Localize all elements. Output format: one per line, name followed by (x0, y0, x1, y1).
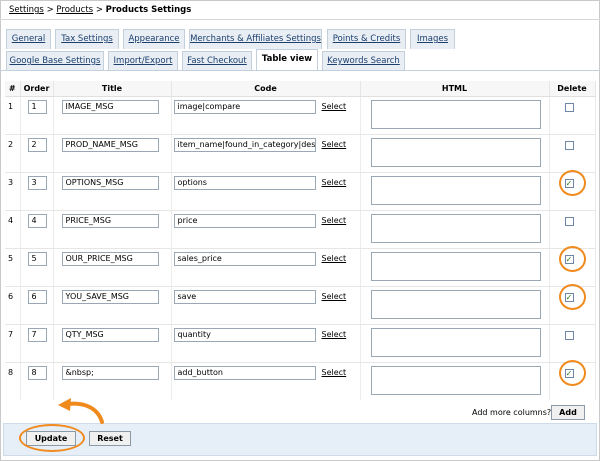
order-input[interactable]: 2 (27, 137, 47, 152)
tab-general[interactable]: General (6, 29, 51, 49)
html-textarea[interactable] (370, 137, 541, 167)
order-input[interactable]: 4 (27, 213, 47, 228)
select-link[interactable]: Select (322, 216, 347, 225)
highlight-ring (559, 360, 586, 386)
row-number: 8 (8, 367, 14, 377)
code-input[interactable]: quantity (173, 327, 316, 342)
table-row: 8 8 &nbsp; add_button Select ✓ (5, 362, 596, 400)
select-link[interactable]: Select (322, 178, 347, 187)
tab-images[interactable]: Images (410, 29, 455, 49)
order-input[interactable]: 6 (27, 289, 47, 304)
breadcrumb-divider (0, 19, 600, 20)
code-input[interactable]: price (173, 213, 316, 228)
header-code: Code (171, 81, 361, 97)
add-columns-label: Add more columns? (472, 408, 552, 417)
tab-fast-checkout[interactable]: Fast Checkout (182, 51, 252, 71)
title-input[interactable]: &nbsp; (61, 365, 159, 380)
breadcrumb-separator: > (46, 5, 54, 15)
highlight-ring (559, 284, 586, 310)
header-num: # (5, 81, 21, 97)
table-row: 1 1 IMAGE_MSG image|compare Select (5, 96, 596, 135)
delete-checkbox[interactable] (564, 140, 574, 150)
title-input[interactable]: OPTIONS_MSG (61, 175, 159, 190)
table-row: 2 2 PROD_NAME_MSG item_name|found_in_cat… (5, 134, 596, 173)
table-row: 3 3 OPTIONS_MSG options Select ✓ (5, 172, 596, 211)
table-header-row: # Order Title Code HTML Delete (5, 81, 596, 97)
html-textarea[interactable] (370, 175, 541, 205)
html-textarea[interactable] (370, 365, 541, 395)
breadcrumb-settings-link[interactable]: Settings (9, 5, 44, 15)
title-input[interactable]: QTY_MSG (61, 327, 159, 342)
add-button[interactable]: Add (551, 405, 585, 420)
reset-button[interactable]: Reset (89, 431, 131, 446)
select-link[interactable]: Select (322, 368, 347, 377)
order-input[interactable]: 7 (27, 327, 47, 342)
tab-appearance[interactable]: Appearance (123, 29, 185, 49)
delete-checkbox[interactable] (564, 102, 574, 112)
row-number: 6 (8, 291, 14, 301)
row-number: 5 (8, 253, 14, 263)
breadcrumb-separator: > (95, 5, 103, 15)
code-input[interactable]: sales_price (173, 251, 316, 266)
html-textarea[interactable] (370, 327, 541, 357)
breadcrumb: Settings > Products > Products Settings (9, 5, 191, 15)
table-row: 5 5 OUR_PRICE_MSG sales_price Select ✓ (5, 248, 596, 287)
select-link[interactable]: Select (322, 254, 347, 263)
row-number: 1 (8, 101, 14, 111)
row-number: 4 (8, 215, 14, 225)
html-textarea[interactable] (370, 99, 541, 129)
title-input[interactable]: PRICE_MSG (61, 213, 159, 228)
breadcrumb-current: Products Settings (105, 5, 192, 15)
title-input[interactable]: IMAGE_MSG (61, 99, 159, 114)
select-link[interactable]: Select (322, 292, 347, 301)
tabs-divider (0, 70, 600, 71)
order-input[interactable]: 5 (27, 251, 47, 266)
highlight-ring (559, 170, 586, 196)
tab-tax-settings[interactable]: Tax Settings (55, 29, 119, 49)
orange-arrow-icon (58, 398, 104, 424)
table-row: 4 4 PRICE_MSG price Select (5, 210, 596, 249)
code-input[interactable]: item_name|found_in_category|descripti (173, 137, 316, 152)
tab-merchants-affiliates[interactable]: Merchants & Affiliates Settings (189, 29, 322, 49)
select-link[interactable]: Select (322, 330, 347, 339)
tab-points-credits[interactable]: Points & Credits (327, 29, 406, 49)
title-input[interactable]: YOU_SAVE_MSG (61, 289, 159, 304)
html-textarea[interactable] (370, 251, 541, 281)
table-row: 6 6 YOU_SAVE_MSG save Select ✓ (5, 286, 596, 325)
header-title: Title (53, 81, 172, 97)
html-textarea[interactable] (370, 289, 541, 319)
header-order: Order (20, 81, 54, 97)
code-input[interactable]: add_button (173, 365, 316, 380)
tab-google-base[interactable]: Google Base Settings (6, 51, 104, 71)
breadcrumb-products-link[interactable]: Products (56, 5, 93, 15)
header-delete: Delete (549, 81, 596, 97)
order-input[interactable]: 1 (27, 99, 47, 114)
header-html: HTML (360, 81, 550, 97)
table-row: 7 7 QTY_MSG quantity Select (5, 324, 596, 363)
order-input[interactable]: 8 (27, 365, 47, 380)
row-number: 2 (8, 139, 14, 149)
row-number: 7 (8, 329, 14, 339)
tab-table-view[interactable]: Table view (256, 49, 318, 71)
delete-checkbox[interactable] (564, 330, 574, 340)
columns-table: # Order Title Code HTML Delete 1 1 IMAGE… (5, 81, 596, 400)
title-input[interactable]: OUR_PRICE_MSG (61, 251, 159, 266)
code-input[interactable]: options (173, 175, 316, 190)
row-number: 3 (8, 177, 14, 187)
select-link[interactable]: Select (322, 140, 347, 149)
tab-keywords-search[interactable]: Keywords Search (322, 51, 405, 71)
title-input[interactable]: PROD_NAME_MSG (61, 137, 159, 152)
code-input[interactable]: image|compare (173, 99, 316, 114)
tab-import-export[interactable]: Import/Export (108, 51, 178, 71)
delete-checkbox[interactable] (564, 216, 574, 226)
highlight-ring (19, 424, 85, 452)
highlight-ring (559, 246, 586, 272)
select-link[interactable]: Select (322, 102, 347, 111)
code-input[interactable]: save (173, 289, 316, 304)
html-textarea[interactable] (370, 213, 541, 243)
order-input[interactable]: 3 (27, 175, 47, 190)
